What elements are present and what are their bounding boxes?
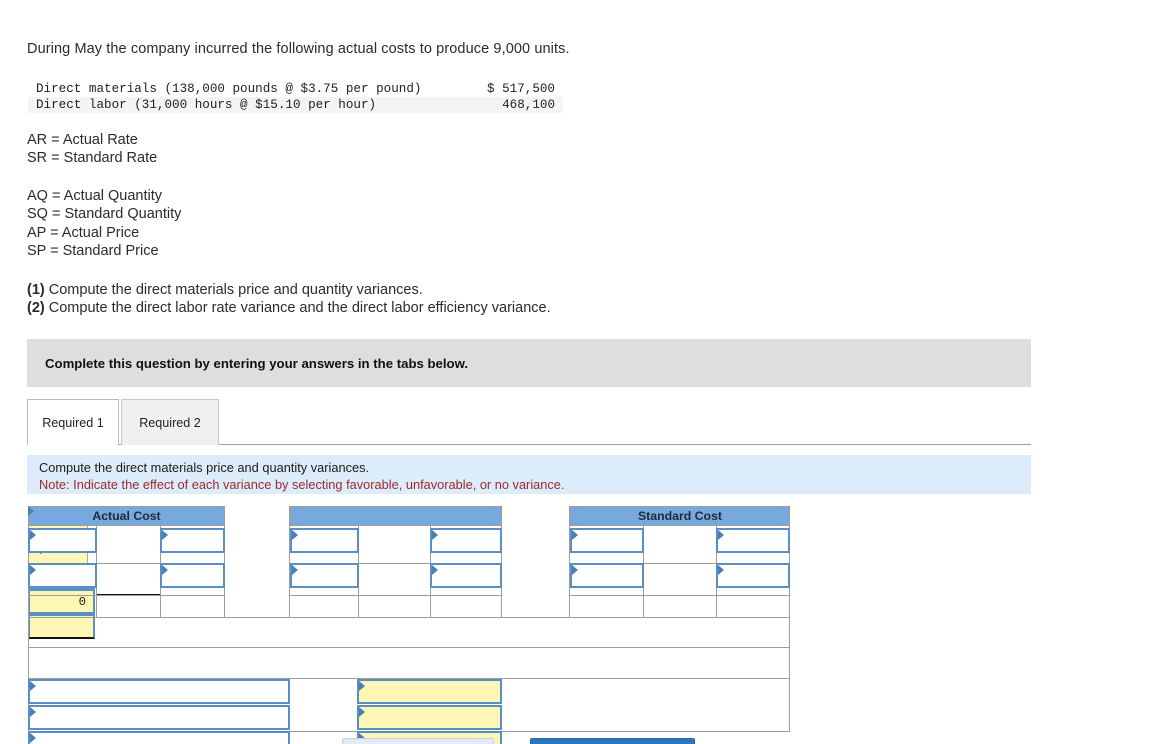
dropdown-marker-icon (718, 565, 724, 575)
grid-line (289, 506, 290, 618)
definitions-block: AR = Actual Rate SR = Standard Rate AQ =… (27, 131, 181, 260)
dropdown-marker-icon (292, 530, 298, 540)
table-row: Direct materials (138,000 pounds @ $3.75… (28, 81, 563, 97)
grid-line (789, 506, 790, 618)
header-standard-cost-label: Standard Cost (637, 509, 723, 523)
next-button[interactable] (530, 738, 695, 744)
input-aq-actual-value[interactable] (28, 563, 97, 588)
dropdown-marker-icon (30, 733, 36, 743)
input-sp-middle[interactable] (430, 528, 502, 553)
variance-amount-2-value: 0 (78, 594, 86, 609)
definitions-spacer (27, 168, 181, 187)
grid-line (28, 617, 790, 618)
table-row: Direct labor (31,000 hours @ $15.10 per … (28, 97, 563, 113)
grid-line (28, 595, 225, 596)
requirements-block: (1) Compute the direct materials price a… (27, 281, 551, 318)
header-actual-cost: Actual Cost (28, 506, 225, 526)
input-sp-standard-value[interactable] (716, 563, 790, 588)
input-sq-standard[interactable] (570, 528, 644, 553)
tab-required-2[interactable]: Required 2 (121, 399, 219, 445)
input-aq-actual[interactable] (28, 528, 97, 553)
header-middle (290, 506, 502, 526)
instruction-line: Compute the direct materials price and q… (39, 460, 370, 475)
grid-line (789, 617, 790, 731)
question-page: During May the company incurred the foll… (0, 0, 1168, 744)
variance-worksheet: Actual Cost Standard Cost 0 (28, 506, 790, 744)
cost-amount: 468,100 (502, 98, 555, 112)
grid-line (28, 506, 29, 618)
grid-line (290, 525, 502, 526)
dropdown-marker-icon (28, 506, 34, 516)
header-actual-cost-label: Actual Cost (92, 509, 161, 523)
definition-sq: SQ = Standard Quantity (27, 206, 182, 223)
intro-text: During May the company incurred the foll… (27, 41, 570, 57)
grid-line (570, 525, 790, 526)
definition-sr: SR = Standard Rate (27, 150, 158, 167)
cost-label: Direct materials (138,000 pounds @ $3.75… (36, 82, 422, 96)
requirement-1: (1) Compute the direct materials price a… (27, 281, 551, 299)
definition-sp: SP = Standard Price (27, 243, 159, 260)
variance-name-select-3[interactable] (28, 731, 290, 744)
grid-line (290, 595, 502, 596)
tab-bar: Required 1 Required 2 (27, 399, 1031, 446)
dropdown-marker-icon (162, 565, 168, 575)
tab-required-1-label: Required 1 (42, 415, 104, 430)
header-standard-cost: Standard Cost (570, 506, 790, 526)
input-aq-middle-value[interactable] (290, 563, 359, 588)
dropdown-marker-icon (718, 530, 724, 540)
requirement-2-text: Compute the direct labor rate variance a… (44, 300, 551, 317)
actual-costs-table: Direct materials (138,000 pounds @ $3.75… (28, 81, 563, 113)
grid-line (501, 506, 502, 618)
input-ap-actual[interactable] (160, 528, 225, 553)
cost-label: Direct labor (31,000 hours @ $15.10 per … (36, 98, 377, 112)
complete-question-banner: Complete this question by entering your … (27, 339, 1031, 387)
requirement-1-number: (1) (27, 282, 45, 298)
previous-button[interactable] (342, 738, 494, 744)
grid-line (28, 525, 225, 526)
dropdown-marker-icon (432, 530, 438, 540)
dropdown-marker-icon (30, 681, 36, 691)
input-sp-middle-value[interactable] (430, 563, 502, 588)
instruction-panel: Compute the direct materials price and q… (27, 455, 1031, 494)
dropdown-marker-icon (30, 707, 36, 717)
dropdown-marker-icon (432, 565, 438, 575)
requirement-2-number: (2) (27, 300, 45, 317)
grid-line (28, 647, 790, 648)
input-sq-standard-value[interactable] (570, 563, 644, 588)
definition-ar: AR = Actual Rate (27, 132, 138, 148)
dropdown-marker-icon (162, 530, 168, 540)
banner-text: Complete this question by entering your … (45, 355, 469, 371)
definition-aq: AQ = Actual Quantity (27, 187, 163, 204)
grid-line (569, 506, 570, 618)
cost-amount: $ 517,500 (486, 82, 555, 96)
instruction-note: Note: Indicate the effect of each varian… (39, 476, 565, 492)
variance-name-select-2[interactable] (28, 705, 290, 730)
variance-amount-2[interactable]: 0 (28, 589, 95, 614)
underline-rule (97, 594, 160, 595)
input-aq-middle[interactable] (290, 528, 359, 553)
tab-required-1[interactable]: Required 1 (27, 399, 119, 446)
variance-name-select-1[interactable] (28, 679, 290, 704)
dropdown-marker-icon (30, 565, 36, 575)
dropdown-marker-icon (359, 707, 365, 717)
dropdown-marker-icon (292, 565, 298, 575)
dropdown-marker-icon (30, 530, 36, 540)
dropdown-marker-icon (572, 565, 578, 575)
variance-effect-select-2[interactable] (357, 705, 502, 730)
tab-required-2-label: Required 2 (139, 415, 201, 430)
variance-effect-select-1[interactable] (357, 679, 502, 704)
grid-line (224, 506, 225, 618)
grid-line (570, 595, 790, 596)
definition-ap: AP = Actual Price (27, 224, 140, 241)
input-ap-actual-value[interactable] (160, 563, 225, 588)
dropdown-marker-icon (572, 530, 578, 540)
requirement-1-text: Compute the direct materials price and q… (44, 282, 423, 298)
input-sp-standard[interactable] (716, 528, 790, 553)
dropdown-marker-icon (359, 681, 365, 691)
requirement-2: (2) Compute the direct labor rate varian… (27, 299, 551, 317)
